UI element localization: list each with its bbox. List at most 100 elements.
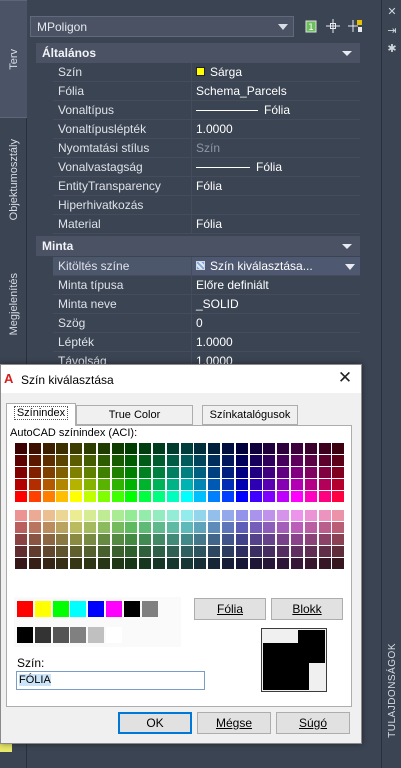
aci-swatch[interactable] [28,491,42,503]
aci-swatch[interactable] [208,558,222,570]
aci-swatch[interactable] [332,491,346,503]
aci-swatch[interactable] [125,443,139,455]
aci-swatch[interactable] [166,522,180,534]
aci-swatch[interactable] [263,546,277,558]
aci-swatch[interactable] [222,534,235,546]
aci-swatch[interactable] [42,522,56,534]
aci-swatch[interactable] [208,491,222,503]
aci-swatch[interactable] [97,534,111,546]
aci-swatch[interactable] [84,467,97,479]
aci-swatch[interactable] [304,455,318,467]
aci-swatch[interactable] [28,534,42,546]
gray-color-swatch[interactable] [17,627,33,643]
aci-swatch[interactable] [194,455,208,467]
aci-swatch[interactable] [166,558,180,570]
aci-swatch[interactable] [42,534,56,546]
aci-swatch[interactable] [208,467,222,479]
aci-swatch[interactable] [194,443,208,455]
aci-swatch[interactable] [166,534,180,546]
aci-swatch[interactable] [263,491,277,503]
aci-swatch[interactable] [277,479,291,491]
aci-swatch[interactable] [125,558,139,570]
aci-swatch[interactable] [125,522,139,534]
aci-swatch[interactable] [56,455,70,467]
aci-swatch[interactable] [318,455,332,467]
aci-swatch[interactable] [208,510,222,522]
aci-swatch[interactable] [291,467,304,479]
aci-swatch[interactable] [277,522,291,534]
aci-swatch[interactable] [139,479,153,491]
aci-swatch[interactable] [318,546,332,558]
aci-swatch[interactable] [194,522,208,534]
aci-swatch[interactable] [222,510,235,522]
aci-swatch[interactable] [263,558,277,570]
aci-swatch[interactable] [28,522,42,534]
aci-swatch[interactable] [249,491,263,503]
aci-swatch[interactable] [84,558,97,570]
aci-swatch[interactable] [15,491,28,503]
aci-swatch[interactable] [222,443,235,455]
aci-swatch[interactable] [291,443,304,455]
aci-swatch[interactable] [180,479,194,491]
prop-value[interactable]: Szín kiválasztása... [192,257,360,276]
aci-swatch[interactable] [28,546,42,558]
aci-swatch[interactable] [318,510,332,522]
aci-swatch[interactable] [166,491,180,503]
prop-row-hiperhivatkozas[interactable]: Hiperhivatkozás [36,196,360,215]
aci-swatch[interactable] [70,491,84,503]
aci-swatch[interactable] [56,467,70,479]
aci-swatch[interactable] [194,510,208,522]
aci-swatch[interactable] [222,522,235,534]
aci-swatch[interactable] [235,479,249,491]
aci-swatch[interactable] [263,534,277,546]
aci-swatch[interactable] [70,546,84,558]
aci-swatch[interactable] [70,479,84,491]
aci-swatch[interactable] [139,455,153,467]
aci-swatch[interactable] [15,546,28,558]
vtab-objektumosztaly[interactable]: Objektumosztály [0,124,27,236]
quick-select-icon[interactable] [346,18,364,36]
aci-swatch[interactable] [97,546,111,558]
aci-swatch[interactable] [166,546,180,558]
standard-color-swatch[interactable] [88,601,105,617]
aci-swatch[interactable] [235,467,249,479]
standard-color-swatch[interactable] [34,601,51,617]
aci-swatch[interactable] [97,467,111,479]
standard-color-swatch[interactable] [70,601,87,617]
aci-swatch[interactable] [125,455,139,467]
aci-swatch[interactable] [291,479,304,491]
aci-swatch[interactable] [304,467,318,479]
select-objects-icon[interactable] [324,18,342,36]
aci-swatch[interactable] [208,455,222,467]
aci-swatch[interactable] [166,479,180,491]
aci-swatch[interactable] [15,467,28,479]
aci-swatch[interactable] [263,522,277,534]
tab-szinindex[interactable]: Színindex [6,403,76,426]
aci-swatch[interactable] [15,455,28,467]
aci-swatch[interactable] [166,443,180,455]
aci-swatch[interactable] [42,467,56,479]
aci-swatch[interactable] [180,558,194,570]
aci-swatch[interactable] [139,534,153,546]
prop-row-szin[interactable]: Szín Sárga [36,63,360,82]
aci-swatch[interactable] [332,455,346,467]
aci-swatch[interactable] [125,491,139,503]
aci-swatch[interactable] [166,467,180,479]
aci-swatch[interactable] [332,522,346,534]
prop-row-minta-tipusa[interactable]: Minta típusa Előre definiált [36,276,360,295]
aci-swatch[interactable] [194,467,208,479]
autohide-icon[interactable]: ⇥ [385,24,399,38]
aci-swatch[interactable] [42,510,56,522]
aci-swatch[interactable] [166,510,180,522]
aci-color-grid-dark[interactable] [15,510,346,570]
aci-swatch[interactable] [97,510,111,522]
aci-swatch[interactable] [42,558,56,570]
aci-swatch[interactable] [56,491,70,503]
prop-row-material[interactable]: Material Fólia [36,215,360,234]
aci-swatch[interactable] [222,491,235,503]
aci-swatch[interactable] [304,522,318,534]
aci-swatch[interactable] [111,491,125,503]
aci-swatch[interactable] [222,467,235,479]
aci-swatch[interactable] [15,534,28,546]
prop-row-szog[interactable]: Szög 0 [36,314,360,333]
